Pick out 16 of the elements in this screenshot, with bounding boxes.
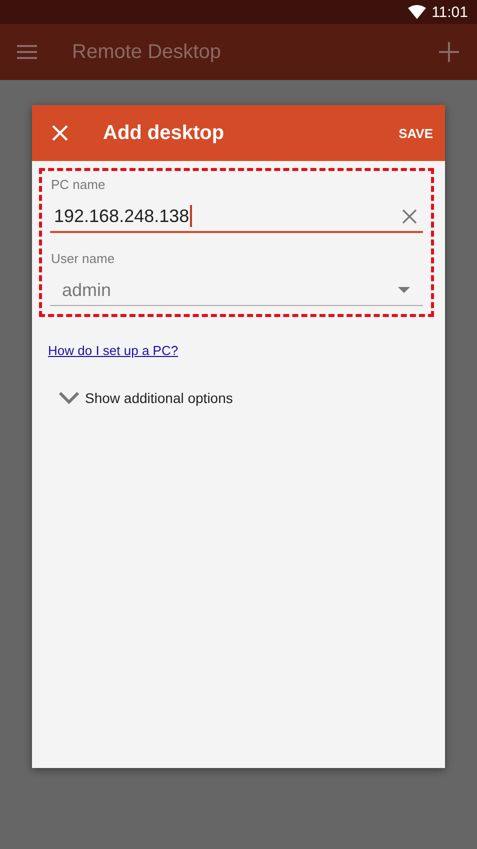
dropdown-arrow-icon[interactable] xyxy=(398,287,410,293)
clear-icon[interactable] xyxy=(402,208,417,224)
field-label: User name xyxy=(50,251,116,266)
dialog-title: Add desktop xyxy=(103,122,226,144)
field-label: PC name xyxy=(50,177,106,192)
show-options-button[interactable]: Show additional options xyxy=(85,390,233,406)
save-button[interactable]: SAVE xyxy=(394,122,437,144)
close-icon[interactable] xyxy=(52,125,68,141)
dropdown-field[interactable]: admin xyxy=(50,275,423,306)
input-field[interactable]: 192.168.248.138 xyxy=(50,201,423,233)
app-title: Remote Desktop xyxy=(72,40,222,64)
help-link[interactable]: How do I set up a PC? xyxy=(48,343,178,358)
menu-icon[interactable] xyxy=(17,44,37,60)
add-icon[interactable] xyxy=(439,42,459,62)
wifi-icon xyxy=(408,5,426,19)
status-time: 11:01 xyxy=(432,4,468,20)
